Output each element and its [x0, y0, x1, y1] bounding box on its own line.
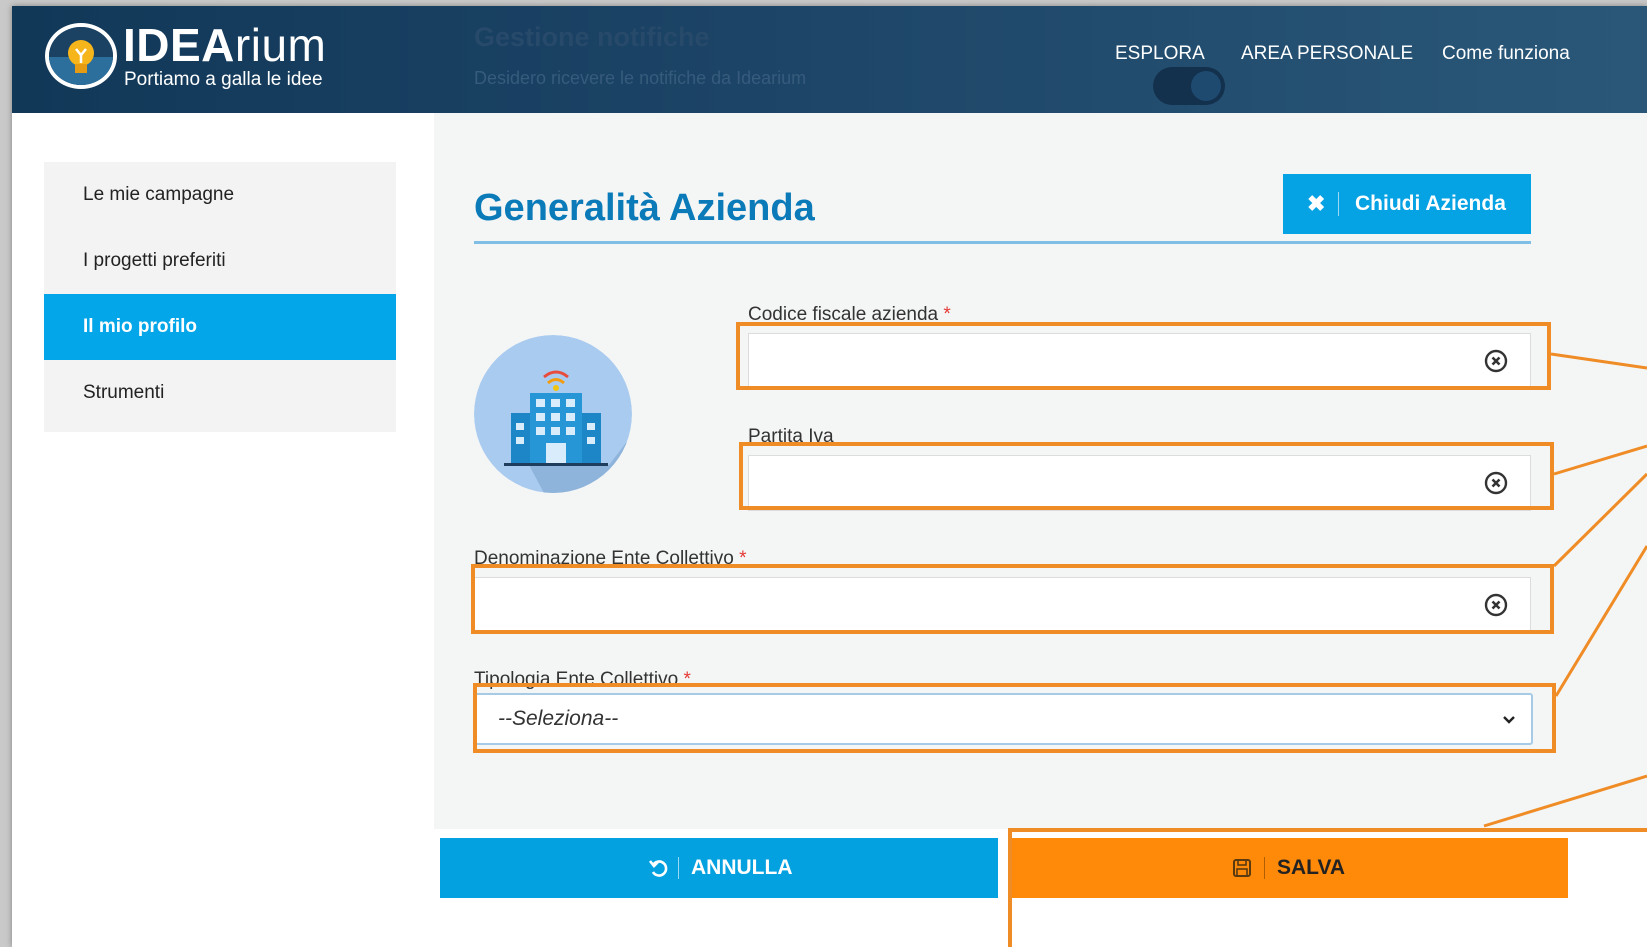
- brand-name-light: rium: [234, 19, 327, 71]
- nav-come-funziona[interactable]: Come funziona: [1442, 42, 1570, 66]
- clear-icon[interactable]: [1484, 471, 1508, 495]
- required-marker: *: [739, 548, 747, 569]
- salva-button[interactable]: SALVA: [1010, 838, 1568, 898]
- page-title: Generalità Azienda: [474, 187, 815, 229]
- button-separator: [1338, 192, 1339, 216]
- tipologia-select[interactable]: --Seleziona--: [474, 693, 1533, 745]
- partita-iva-label: Partita Iva: [748, 426, 834, 447]
- building-icon: [474, 335, 632, 493]
- background-subtitle: Desidero ricevere le notifiche da Ideari…: [474, 68, 807, 88]
- brand-tagline: Portiamo a galla le idee: [124, 69, 323, 90]
- clear-icon[interactable]: [1484, 593, 1508, 617]
- annulla-button[interactable]: ANNULLA: [440, 838, 998, 898]
- brand-name[interactable]: IDEArium: [123, 20, 326, 70]
- nav-area-personale[interactable]: AREA PERSONALE: [1241, 42, 1413, 66]
- chevron-down-icon: [1503, 716, 1515, 724]
- clear-icon[interactable]: [1484, 349, 1508, 373]
- denominazione-label: Denominazione Ente Collettivo *: [474, 548, 747, 570]
- denominazione-input[interactable]: [474, 577, 1531, 633]
- close-icon: ✖: [1307, 191, 1326, 216]
- tipologia-selected-value: --Seleziona--: [498, 707, 619, 730]
- nav-esplora[interactable]: ESPLORA: [1115, 42, 1205, 66]
- codice-fiscale-label-text: Codice fiscale azienda: [748, 304, 939, 325]
- button-separator: [678, 857, 679, 879]
- sidebar-item-mio-profilo[interactable]: Il mio profilo: [44, 294, 396, 360]
- required-marker: *: [683, 669, 691, 690]
- annulla-label: ANNULLA: [691, 856, 793, 879]
- sidebar-menu: Le mie campagne I progetti preferiti Il …: [44, 162, 396, 432]
- background-notification-toggle: [1153, 67, 1225, 105]
- undo-icon: [648, 860, 668, 877]
- denominazione-label-text: Denominazione Ente Collettivo: [474, 548, 734, 569]
- brand-name-bold: IDEA: [123, 19, 235, 71]
- sidebar-item-strumenti[interactable]: Strumenti: [44, 360, 396, 426]
- lightbulb-logo-icon[interactable]: [45, 23, 117, 89]
- tipologia-label: Tipologia Ente Collettivo *: [474, 669, 691, 691]
- partita-iva-input[interactable]: [748, 455, 1531, 511]
- codice-fiscale-input[interactable]: [748, 333, 1531, 389]
- button-separator: [1264, 857, 1265, 879]
- salva-label: SALVA: [1277, 856, 1346, 879]
- tipologia-label-text: Tipologia Ente Collettivo: [474, 669, 679, 690]
- app-window: Gestione notifiche Desidero ricevere le …: [12, 6, 1647, 947]
- top-header: Gestione notifiche Desidero ricevere le …: [12, 6, 1647, 113]
- background-title: Gestione notifiche: [474, 22, 710, 52]
- close-company-label: Chiudi Azienda: [1355, 192, 1506, 215]
- company-form-panel: Generalità Azienda ✖ Chiudi Azienda Codi…: [434, 113, 1647, 829]
- save-icon: [1233, 859, 1251, 877]
- title-divider: [474, 241, 1531, 244]
- sidebar-item-campagne[interactable]: Le mie campagne: [44, 162, 396, 228]
- sidebar-item-progetti-preferiti[interactable]: I progetti preferiti: [44, 228, 396, 294]
- codice-fiscale-label: Codice fiscale azienda *: [748, 304, 951, 326]
- close-company-button[interactable]: ✖ Chiudi Azienda: [1283, 174, 1531, 234]
- required-marker: *: [943, 304, 951, 325]
